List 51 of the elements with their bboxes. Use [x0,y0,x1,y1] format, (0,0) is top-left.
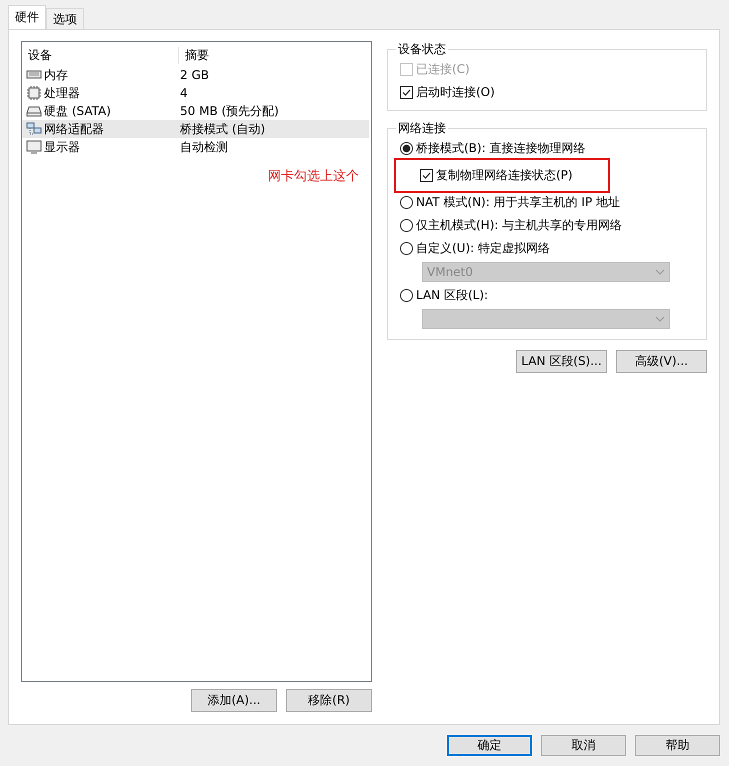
option-label: 仅主机模式(H): 与主机共享的专用网络 [416,217,622,234]
checkbox[interactable] [420,169,433,182]
radio-button[interactable] [400,142,413,155]
check-icon [401,87,412,98]
device-summary: 50 MB (预先分配) [179,102,280,120]
chevron-icon [655,269,665,275]
network-button[interactable]: 高级(V)... [616,350,707,373]
column-header: 设备 [28,46,53,64]
network-icon [26,122,42,136]
monitor-icon [26,140,42,154]
group-title: 设备状态 [397,41,447,58]
device-name: 显示器 [44,138,80,156]
radio-button[interactable] [400,289,413,302]
device-summary: 4 [179,86,189,100]
list-button[interactable]: 移除(R) [286,689,372,712]
radio-button[interactable] [400,219,413,232]
option-label: 复制物理网络连接状态(P) [436,167,573,184]
dialog-button[interactable]: 确定 [447,735,532,756]
tab[interactable]: 硬件 [8,5,46,29]
checkbox[interactable] [400,86,413,99]
dialog-button[interactable]: 帮助 [635,735,720,756]
option-label: 已连接(C) [416,61,470,78]
check-icon [421,170,432,181]
chip-icon [26,86,42,100]
device-row[interactable]: 网络适配器 桥接模式 (自动) [22,120,369,138]
group-title: 网络连接 [397,120,447,137]
column-header: 摘要 [178,46,371,64]
device-summary: 2 GB [179,68,210,82]
tab[interactable]: 选项 [46,8,84,29]
device-row[interactable]: 内存 2 GB [22,66,369,84]
device-row[interactable]: 显示器 自动检测 [22,138,369,156]
dialog-button[interactable]: 取消 [541,735,626,756]
list-button[interactable]: 添加(A)... [191,689,277,712]
device-name: 硬盘 (SATA) [44,102,111,120]
device-name: 内存 [44,66,68,84]
device-name: 网络适配器 [44,120,104,138]
option-label: 启动时连接(O) [416,84,495,101]
device-summary: 自动检测 [179,138,229,156]
device-row[interactable]: 硬盘 (SATA) 50 MB (预先分配) [22,102,369,120]
option-label: LAN 区段(L): [416,287,488,304]
device-row[interactable]: 处理器 4 [22,84,369,102]
radio-button[interactable] [400,196,413,209]
option-label: 桥接模式(B): 直接连接物理网络 [416,140,586,157]
device-name: 处理器 [44,84,80,102]
option-label: NAT 模式(N): 用于共享主机的 IP 地址 [416,194,620,211]
annotation-text: 网卡勾选上这个 [268,168,359,185]
network-button[interactable]: LAN 区段(S)... [516,350,607,373]
option-label: 自定义(U): 特定虚拟网络 [416,240,550,257]
chevron-icon [655,316,665,322]
device-summary: 桥接模式 (自动) [179,120,266,138]
radio-button[interactable] [400,242,413,255]
